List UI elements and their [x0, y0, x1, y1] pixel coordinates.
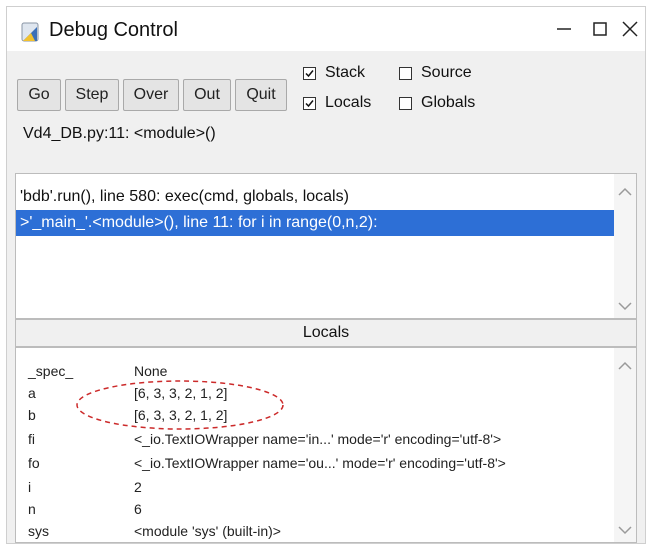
- source-checkbox-label: Source: [421, 64, 472, 81]
- variable-value: 2: [134, 479, 142, 495]
- close-icon[interactable]: [613, 15, 647, 43]
- locals-checkbox-label: Locals: [325, 94, 372, 111]
- source-checkbox[interactable]: Source: [399, 64, 472, 82]
- scroll-down-icon[interactable]: [618, 298, 632, 311]
- stack-checkbox[interactable]: Stack: [303, 64, 365, 82]
- source-checkbox-box[interactable]: [399, 66, 412, 80]
- window-title: Debug Control: [49, 19, 178, 41]
- scroll-up-icon[interactable]: [618, 184, 632, 196]
- locals-checkbox[interactable]: Locals: [303, 94, 371, 112]
- go-button[interactable]: Go: [17, 79, 61, 111]
- maximize-icon[interactable]: [583, 15, 617, 43]
- debug-control-window: Debug Control Go Step Over Out Quit Stac…: [6, 6, 646, 544]
- locals-header: Locals: [15, 319, 637, 347]
- step-button[interactable]: Step: [65, 79, 119, 111]
- stack-frame-item-selected[interactable]: >'_main_'.<module>(), line 11: for i in …: [16, 210, 616, 236]
- variable-name: fi: [28, 431, 35, 447]
- status-location: Vd4_DB.py:11: <module>(): [23, 125, 216, 142]
- stack-list[interactable]: 'bdb'.run(), line 580: exec(cmd, globals…: [15, 173, 637, 319]
- globals-checkbox-label: Globals: [421, 94, 476, 111]
- python-icon: [19, 21, 41, 43]
- variable-value: <_io.TextIOWrapper name='ou...' mode='r'…: [134, 455, 506, 471]
- locals-scrollbar[interactable]: [614, 348, 636, 542]
- locals-checkbox-box[interactable]: [303, 96, 316, 110]
- globals-checkbox-box[interactable]: [399, 96, 412, 110]
- variable-name: sys: [28, 523, 49, 539]
- variable-name: n: [28, 501, 36, 517]
- stack-checkbox-box[interactable]: [303, 66, 316, 80]
- stack-scrollbar[interactable]: [614, 174, 636, 318]
- variable-value: [6, 3, 3, 2, 1, 2]: [134, 385, 228, 401]
- variable-value: 6: [134, 501, 142, 517]
- variable-value: <module 'sys' (built-in)>: [134, 523, 281, 539]
- scroll-up-icon[interactable]: [618, 358, 632, 370]
- out-button[interactable]: Out: [183, 79, 231, 111]
- globals-checkbox[interactable]: Globals: [399, 94, 475, 112]
- locals-list[interactable]: _spec_ None a [6, 3, 3, 2, 1, 2] b [6, 3…: [15, 347, 637, 543]
- scroll-down-icon[interactable]: [618, 522, 632, 535]
- variable-name: a: [28, 385, 36, 401]
- minimize-icon[interactable]: [547, 15, 581, 43]
- stack-checkbox-label: Stack: [325, 64, 366, 81]
- variable-name: fo: [28, 455, 40, 471]
- title-bar[interactable]: Debug Control: [7, 7, 645, 51]
- variable-value: [6, 3, 3, 2, 1, 2]: [134, 407, 228, 423]
- variable-name: _spec_: [28, 363, 74, 379]
- variable-name: b: [28, 407, 36, 423]
- variable-name: i: [28, 479, 32, 495]
- over-button[interactable]: Over: [123, 79, 179, 111]
- variable-value: None: [134, 363, 168, 379]
- quit-button[interactable]: Quit: [235, 79, 287, 111]
- variable-value: <_io.TextIOWrapper name='in...' mode='r'…: [134, 431, 502, 447]
- stack-frame-item[interactable]: 'bdb'.run(), line 580: exec(cmd, globals…: [16, 184, 616, 210]
